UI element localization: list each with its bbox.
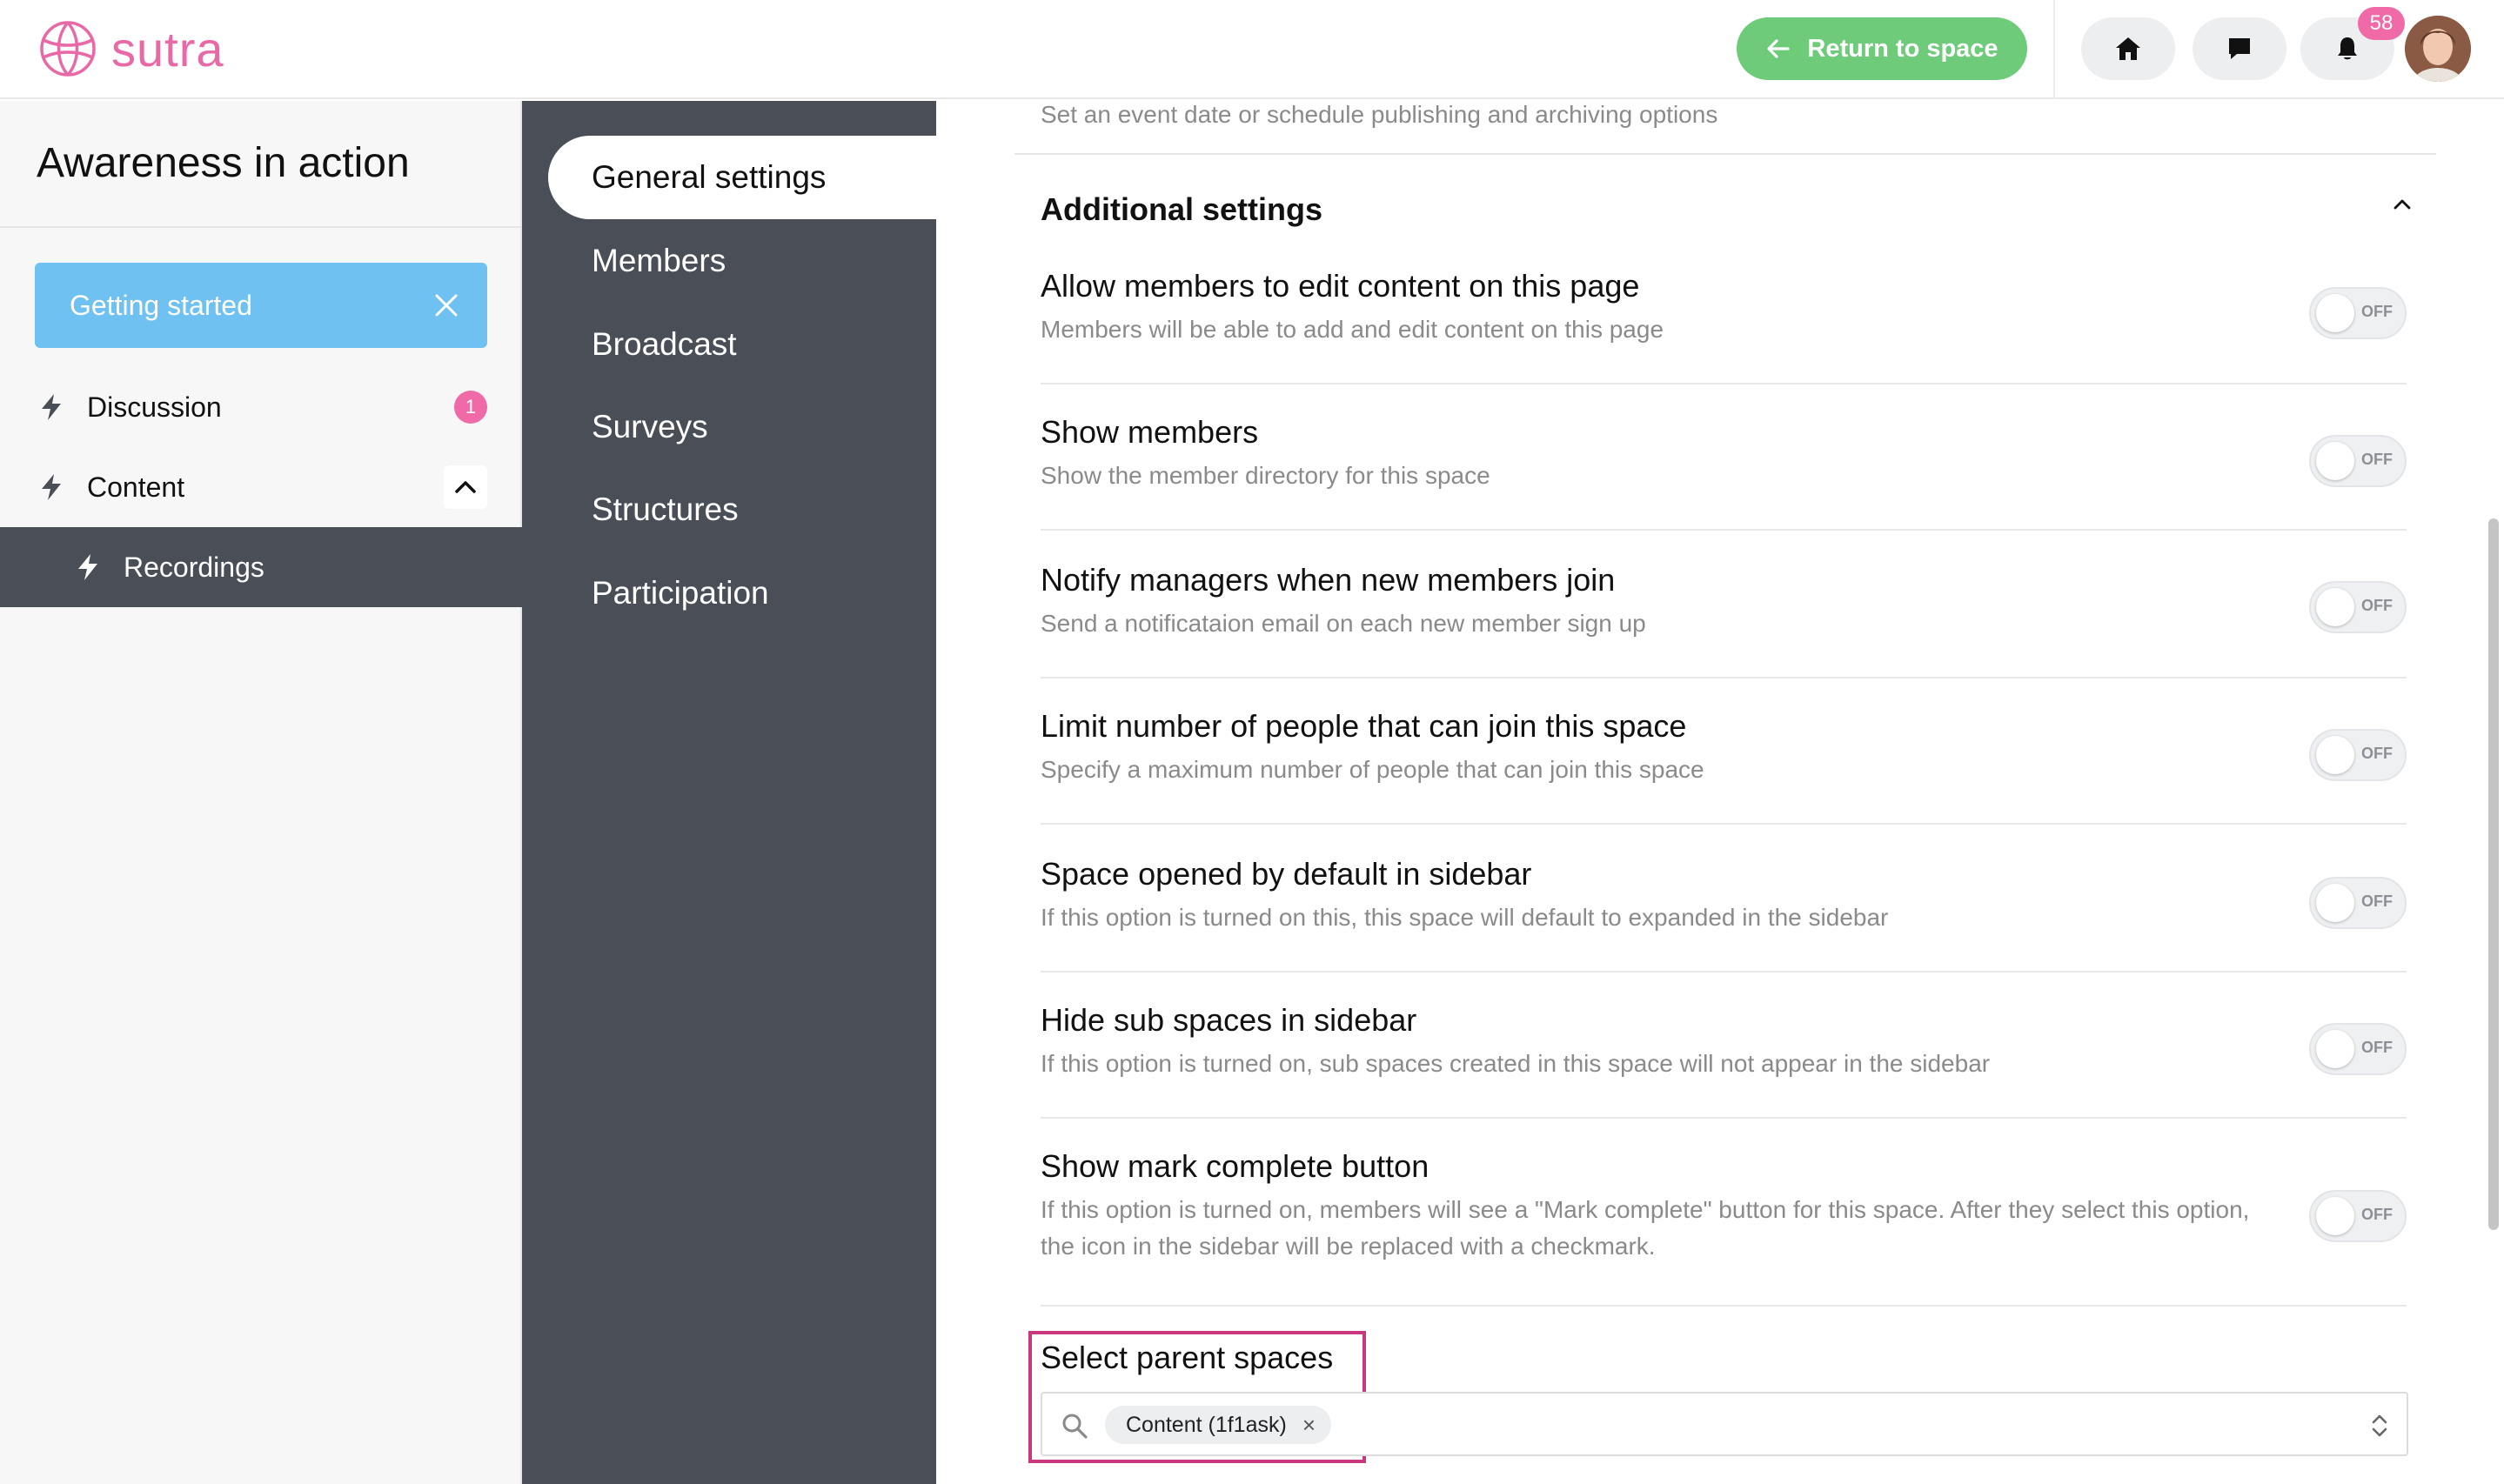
sidebar-divider	[0, 226, 522, 228]
parent-spaces-label: Select parent spaces	[1041, 1340, 1334, 1375]
sort-updown-icon	[2372, 1414, 2387, 1437]
setting-row-notify-managers: Notify managers when new members join Se…	[1041, 562, 2407, 678]
space-title: Awareness in action	[37, 140, 410, 186]
toggle-opened-default[interactable]: OFF	[2309, 877, 2407, 929]
toggle-knob	[2316, 588, 2354, 626]
setting-row-show-members: Show members Show the member directory f…	[1041, 414, 2407, 531]
brand-name: sutra	[111, 21, 224, 77]
avatar-image	[2405, 16, 2471, 82]
toggle-state: OFF	[2361, 597, 2393, 614]
tab-structures[interactable]: Structures	[548, 468, 936, 551]
toggle-knob	[2316, 1197, 2354, 1235]
tab-general-settings[interactable]: General settings	[548, 136, 936, 219]
setting-row-allow-edit: Allow members to edit content on this pa…	[1041, 268, 2407, 384]
bell-icon	[2338, 37, 2357, 60]
setting-title: Show mark complete button	[1041, 1148, 1429, 1184]
toggle-knob	[2316, 736, 2354, 774]
toggle-state: OFF	[2361, 1206, 2393, 1223]
topbar-divider	[2053, 0, 2055, 99]
toggle-state: OFF	[2361, 303, 2393, 320]
chat-icon	[2229, 38, 2250, 59]
sidebar-item-discussion[interactable]: Discussion 1	[0, 367, 522, 447]
top-bar: sutra Return to space 58	[0, 0, 2504, 99]
setting-row-limit-people: Limit number of people that can join thi…	[1041, 708, 2407, 825]
sidebar-item-label: Content	[87, 471, 185, 503]
setting-title: Hide sub spaces in sidebar	[1041, 1002, 1417, 1038]
settings-content: Set an event date or schedule publishing…	[936, 101, 2504, 1484]
section-title: Additional settings	[1041, 191, 1322, 227]
toggle-knob	[2316, 1030, 2354, 1068]
chip-label: Content (1f1ask)	[1126, 1412, 1287, 1437]
return-to-space-button[interactable]: Return to space	[1737, 17, 2027, 80]
user-avatar[interactable]	[2405, 16, 2471, 82]
tab-participation[interactable]: Participation	[548, 551, 936, 635]
selected-space-chip: Content (1f1ask) ×	[1105, 1406, 1332, 1444]
setting-description: Members will be able to add and edit con…	[1041, 316, 1664, 343]
setting-description: If this option is turned on this, this s…	[1041, 904, 1889, 931]
tab-members[interactable]: Members	[548, 219, 936, 303]
getting-started-banner[interactable]: Getting started	[35, 263, 487, 348]
setting-title: Limit number of people that can join thi…	[1041, 708, 1687, 744]
home-button[interactable]	[2081, 17, 2175, 80]
sutra-logo-icon	[40, 21, 96, 77]
bolt-icon	[78, 554, 97, 580]
space-sidebar: Awareness in action Getting started Disc…	[0, 101, 522, 1484]
messages-button[interactable]	[2193, 17, 2286, 80]
unread-badge: 1	[454, 391, 487, 424]
toggle-state: OFF	[2361, 1039, 2393, 1056]
collapse-button[interactable]	[444, 465, 487, 509]
setting-description: If this option is turned on, sub spaces …	[1041, 1050, 1991, 1077]
setting-description: Specify a maximum number of people that …	[1041, 756, 1704, 783]
toggle-knob	[2316, 884, 2354, 922]
setting-row-opened-default: Space opened by default in sidebar If th…	[1041, 856, 2407, 973]
chevron-up-icon[interactable]	[2389, 191, 2415, 217]
setting-title: Allow members to edit content on this pa…	[1041, 268, 1640, 304]
bolt-icon	[42, 394, 61, 420]
setting-title: Space opened by default in sidebar	[1041, 856, 1532, 892]
settings-nav: General settings Members Broadcast Surve…	[522, 101, 936, 1484]
remove-chip-button[interactable]: ×	[1302, 1412, 1316, 1439]
setting-description: Show the member directory for this space	[1041, 462, 1490, 489]
toggle-state: OFF	[2361, 451, 2393, 468]
toggle-notify-managers[interactable]: OFF	[2309, 581, 2407, 633]
sidebar-item-label: Discussion	[87, 391, 222, 423]
sutra-logo[interactable]: sutra	[38, 17, 224, 80]
return-to-space-label: Return to space	[1807, 34, 1999, 63]
previous-section-description: Set an event date or schedule publishing…	[1041, 101, 1718, 128]
toggle-knob	[2316, 442, 2354, 480]
parent-spaces-select[interactable]: Content (1f1ask) ×	[1041, 1392, 2408, 1456]
toggle-mark-complete[interactable]: OFF	[2309, 1190, 2407, 1242]
setting-title: Show members	[1041, 414, 1259, 450]
arrow-left-icon	[1767, 39, 1791, 58]
toggle-hide-sub-spaces[interactable]: OFF	[2309, 1023, 2407, 1075]
sidebar-item-label: Recordings	[124, 551, 264, 583]
home-icon	[2116, 37, 2140, 60]
setting-description: If this option is turned on, members wil…	[1041, 1196, 2250, 1260]
setting-row-mark-complete: Show mark complete button If this option…	[1041, 1148, 2407, 1307]
toggle-knob	[2316, 294, 2354, 332]
setting-description: Send a notificataion email on each new m…	[1041, 610, 1646, 637]
setting-title: Notify managers when new members join	[1041, 562, 1616, 598]
sidebar-item-content[interactable]: Content	[0, 447, 522, 527]
toggle-allow-edit[interactable]: OFF	[2309, 287, 2407, 339]
tab-surveys[interactable]: Surveys	[548, 385, 936, 469]
toggle-state: OFF	[2361, 745, 2393, 762]
tab-broadcast[interactable]: Broadcast	[548, 303, 936, 386]
search-icon	[1062, 1414, 1088, 1439]
section-divider	[1014, 153, 2436, 155]
main-scrollbar[interactable]	[2488, 518, 2499, 1230]
sidebar-item-recordings[interactable]: Recordings	[0, 527, 522, 607]
bolt-icon	[42, 474, 61, 500]
chevron-up-icon	[455, 481, 476, 493]
toggle-limit-people[interactable]: OFF	[2309, 729, 2407, 781]
close-icon[interactable]	[432, 291, 461, 320]
setting-row-hide-sub-spaces: Hide sub spaces in sidebar If this optio…	[1041, 1002, 2407, 1119]
toggle-state: OFF	[2361, 892, 2393, 910]
notification-count-badge: 58	[2358, 7, 2405, 40]
getting-started-label: Getting started	[70, 289, 252, 321]
toggle-show-members[interactable]: OFF	[2309, 435, 2407, 487]
